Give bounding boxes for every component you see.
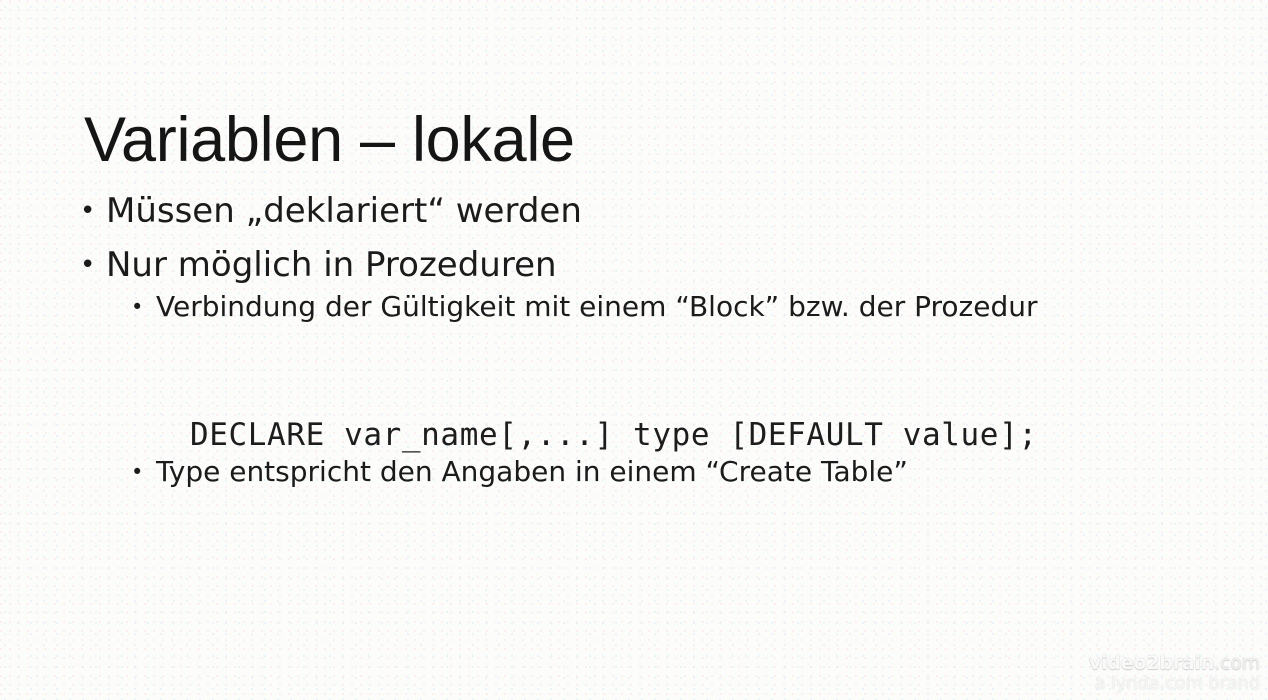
bullet-item-level2: • Verbindung der Gültigkeit mit einem “B… [131,293,1037,321]
watermark-brand-tld: .com [1214,651,1260,674]
watermark-brand-name: video2brain [1088,651,1215,674]
watermark-logo: video2brain.com a lynda.com brand [1088,651,1261,694]
slide-title: Variablen – lokale [84,105,575,176]
bullet-marker-icon: • [80,196,96,226]
code-snippet: DECLARE var_name[,...] type [DEFAULT val… [190,417,1038,453]
presentation-slide: Variablen – lokale • Müssen „deklariert“… [0,0,1268,700]
bullet-marker-icon: • [80,250,96,280]
bullet-text: Müssen „deklariert“ werden [106,191,582,231]
bullet-item-level2: • Type entspricht den Angaben in einem “… [131,458,908,486]
bullet-marker-icon: • [131,295,144,319]
bullet-text: Type entspricht den Angaben in einem “Cr… [156,455,908,488]
bullet-item-level1: • Müssen „deklariert“ werden [80,194,582,228]
watermark-tagline: a lynda.com brand [1094,672,1261,694]
bullet-text: Nur möglich in Prozeduren [106,245,557,285]
bullet-text: Verbindung der Gültigkeit mit einem “Blo… [156,290,1038,323]
bullet-item-level1: • Nur möglich in Prozeduren [80,248,557,282]
watermark-brand-line: video2brain.com [1088,651,1260,674]
bullet-marker-icon: • [131,460,144,484]
